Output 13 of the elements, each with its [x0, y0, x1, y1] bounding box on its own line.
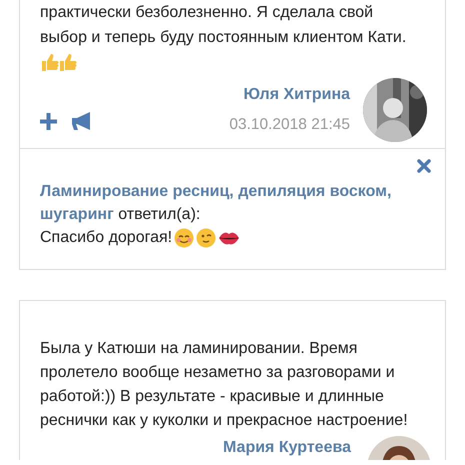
author-name[interactable]: Юля Хитрина: [243, 85, 350, 105]
lips-icon: [218, 230, 240, 246]
close-icon[interactable]: [417, 159, 431, 173]
smiling-face-icon: [174, 228, 194, 248]
megaphone-icon[interactable]: [71, 112, 93, 130]
winking-face-icon: [196, 228, 216, 248]
review-text: Была у Катюши на ламинировании. Время пролетело вообще незаметно за разговорами и работой:)) В результате - красивые и длинные реснички как у куколки и прекрасное настроение!: [40, 339, 409, 431]
plus-icon[interactable]: [40, 112, 57, 130]
reply-heading: Ламинирование ресниц, депиляция воском, шугаринг ответил(а):: [40, 182, 392, 225]
review-text: практически безболезненно. Я сделала свой выбор и теперь буду постоянным клиентом Кати.: [40, 3, 408, 48]
author-name[interactable]: Мария Куртеева: [223, 438, 351, 458]
reply-text: Спасибо дорогая!: [40, 228, 172, 248]
review-date: 03.10.2018 21:45: [229, 115, 350, 135]
